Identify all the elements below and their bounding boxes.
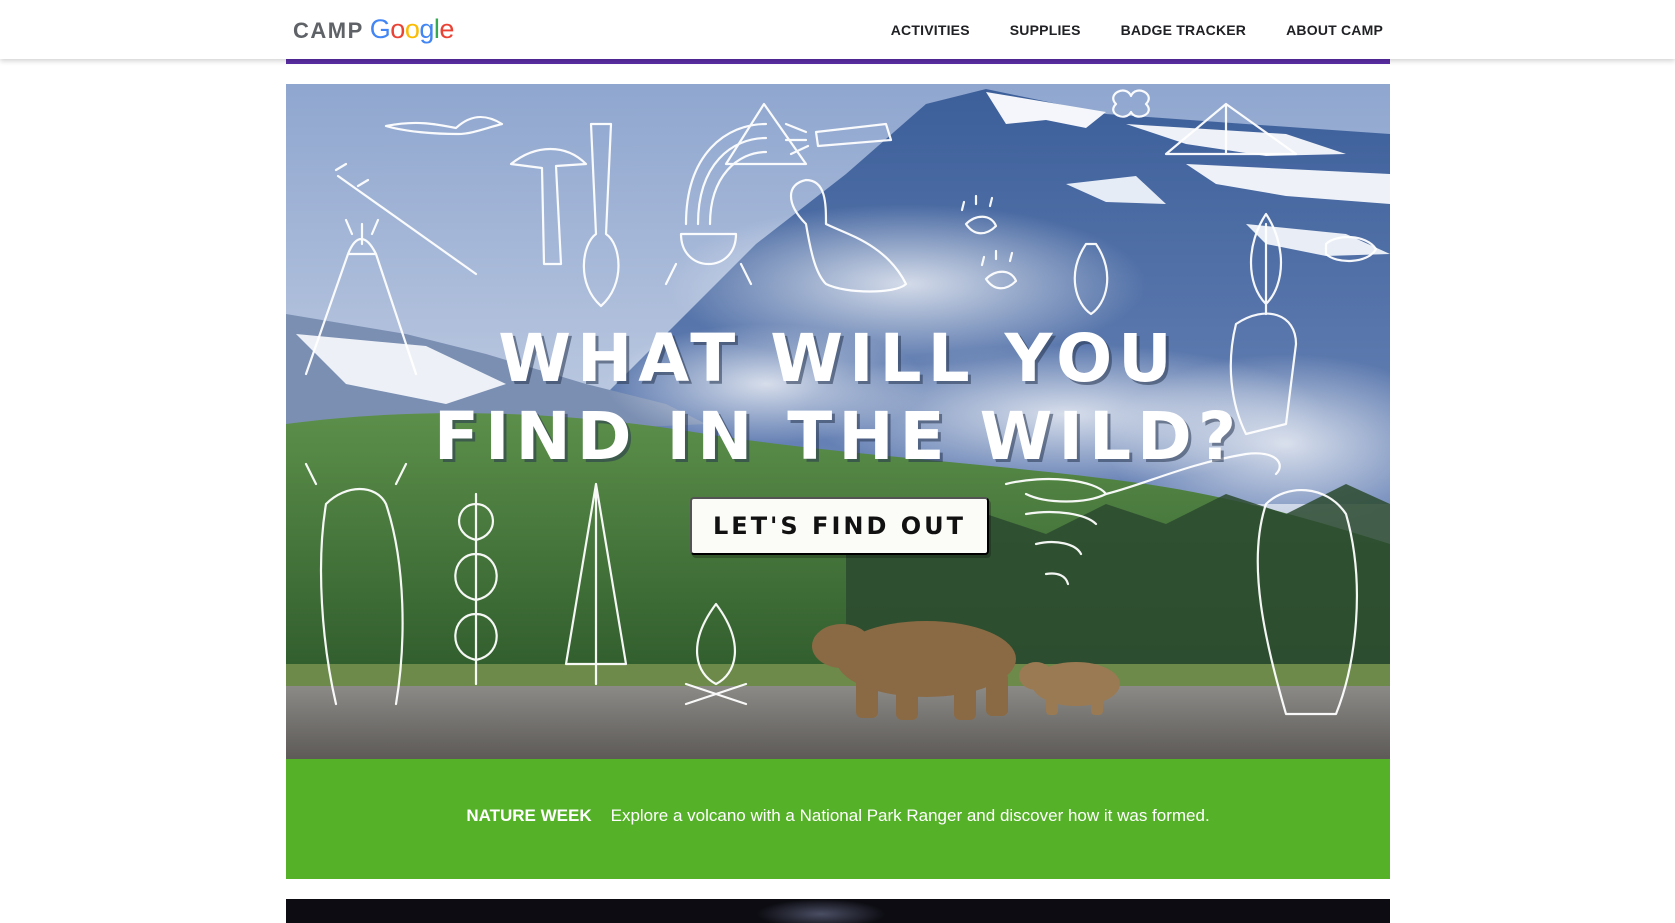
next-section-glow xyxy=(756,899,886,923)
banner-description: Explore a volcano with a National Park R… xyxy=(610,806,1210,825)
nav-supplies[interactable]: SUPPLIES xyxy=(1010,22,1081,38)
nature-week-banner[interactable]: NATURE WEEK Explore a volcano with a Nat… xyxy=(286,759,1390,879)
nav-badge-tracker[interactable]: BADGE TRACKER xyxy=(1121,22,1247,38)
logo-letter: o xyxy=(390,14,405,44)
lets-find-out-button[interactable]: LET'S FIND OUT xyxy=(690,497,989,555)
top-navigation-bar: CAMP Google ACTIVITIES SUPPLIES BADGE TR… xyxy=(0,0,1675,59)
headline-line-1: WHAT WILL YOU xyxy=(498,320,1178,397)
logo-prefix: CAMP xyxy=(293,18,364,43)
hero-headline: WHAT WILL YOU FIND IN THE WILD? xyxy=(286,320,1390,476)
banner-tag: NATURE WEEK xyxy=(466,806,592,825)
logo-letter: g xyxy=(419,14,434,44)
camp-google-logo[interactable]: CAMP Google xyxy=(293,14,454,46)
next-section-preview xyxy=(286,899,1390,923)
logo-letter: o xyxy=(404,14,420,44)
nav-activities[interactable]: ACTIVITIES xyxy=(891,22,970,38)
headline-line-2: FIND IN THE WILD? xyxy=(433,398,1243,475)
gravel-ground xyxy=(286,686,1390,759)
hero-section: WHAT WILL YOU FIND IN THE WILD? LET'S FI… xyxy=(286,84,1390,759)
logo-wordmark: Google xyxy=(369,14,455,45)
nav-about-camp[interactable]: ABOUT CAMP xyxy=(1286,22,1383,38)
logo-letter: e xyxy=(439,14,454,44)
logo-letter: G xyxy=(369,14,391,44)
accent-divider xyxy=(286,59,1390,64)
main-nav: ACTIVITIES SUPPLIES BADGE TRACKER ABOUT … xyxy=(851,0,1383,59)
